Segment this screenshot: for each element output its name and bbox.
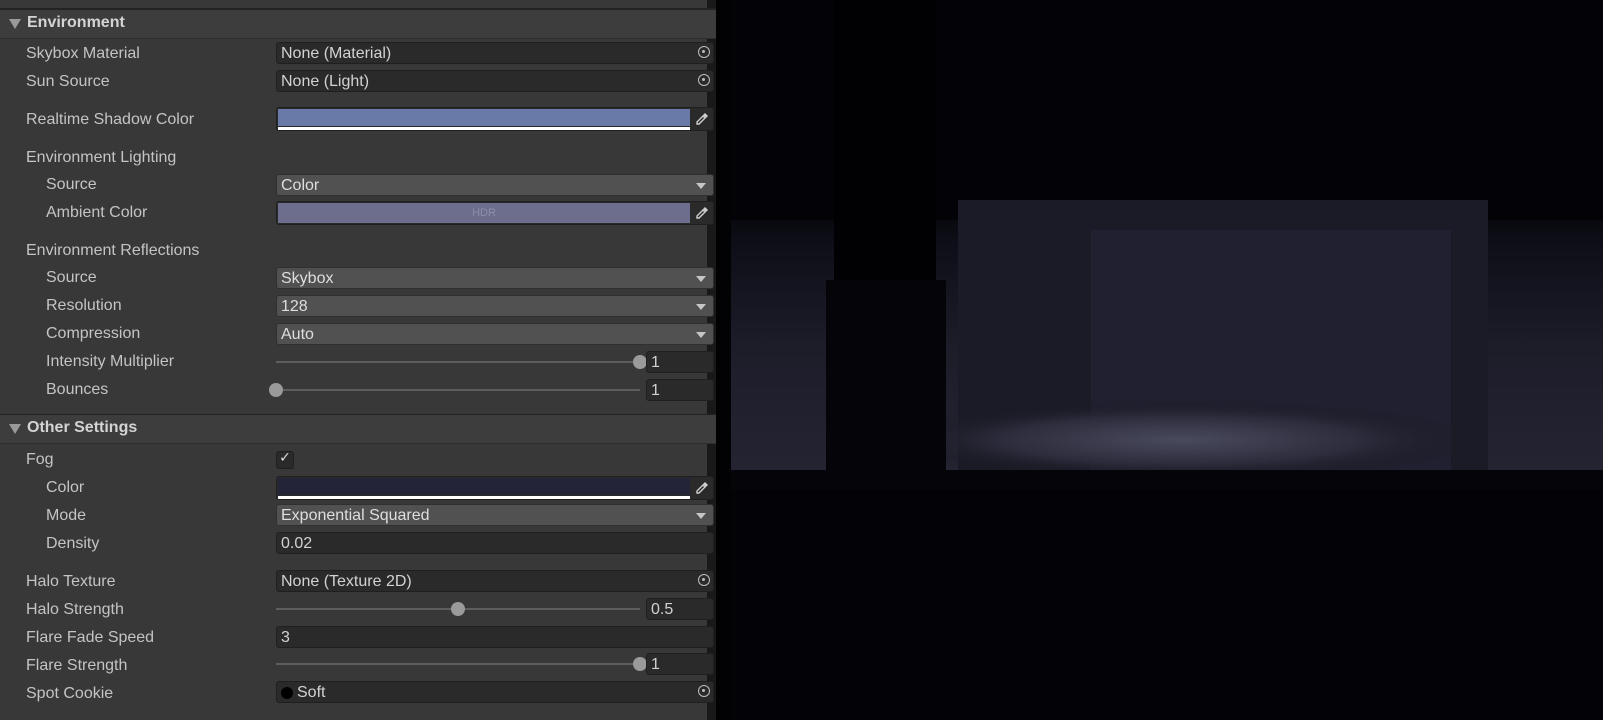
halo-strength-value: 0.5 xyxy=(651,601,674,618)
other-settings-section-header[interactable]: Other Settings xyxy=(0,414,716,444)
ambient-color-label: Ambient Color xyxy=(46,204,148,221)
bounces-slider[interactable] xyxy=(269,379,640,401)
bounces-value: 1 xyxy=(651,382,660,399)
eyedropper-icon[interactable] xyxy=(694,205,710,221)
triangle-down-icon[interactable] xyxy=(9,424,21,434)
skybox-material-value: None (Material) xyxy=(281,45,392,62)
spot-cookie-field[interactable]: Soft xyxy=(276,681,714,703)
halo-strength-input[interactable]: 0.5 xyxy=(646,598,714,620)
shadow-color-field[interactable] xyxy=(276,107,714,131)
halo-texture-value: None (Texture 2D) xyxy=(281,573,412,590)
intensity-multiplier-value: 1 xyxy=(651,354,660,371)
intensity-multiplier-input[interactable]: 1 xyxy=(646,351,714,373)
chevron-down-icon xyxy=(696,304,706,310)
hdr-badge: HDR xyxy=(472,207,496,219)
object-picker-icon[interactable] xyxy=(698,74,710,86)
intensity-multiplier-label: Intensity Multiplier xyxy=(46,353,175,370)
chevron-down-icon xyxy=(696,332,706,338)
slider-track[interactable] xyxy=(276,389,640,391)
slider-thumb[interactable] xyxy=(633,355,647,369)
halo-texture-field[interactable]: None (Texture 2D) xyxy=(276,570,714,592)
triangle-down-icon[interactable] xyxy=(9,19,21,29)
sun-source-label: Sun Source xyxy=(26,73,110,90)
eyedropper-icon[interactable] xyxy=(694,480,710,496)
spot-cookie-label: Spot Cookie xyxy=(26,685,114,702)
fog-color-label: Color xyxy=(46,479,85,496)
environment-lighting-header: Environment Lighting xyxy=(26,149,177,166)
fog-density-input[interactable]: 0.02 xyxy=(276,532,714,554)
intensity-multiplier-slider[interactable] xyxy=(276,351,647,373)
lighting-source-value: Color xyxy=(281,177,320,194)
resolution-dropdown[interactable]: 128 xyxy=(276,295,714,317)
halo-strength-slider[interactable] xyxy=(276,598,640,620)
reflection-source-label: Source xyxy=(46,269,97,286)
resolution-value: 128 xyxy=(281,298,308,315)
chevron-down-icon xyxy=(696,183,706,189)
slider-track[interactable] xyxy=(276,663,640,665)
flare-strength-label: Flare Strength xyxy=(26,657,128,674)
color-swatch[interactable] xyxy=(278,478,690,495)
fog-mode-dropdown[interactable]: Exponential Squared xyxy=(276,504,714,526)
reflection-source-dropdown[interactable]: Skybox xyxy=(276,267,714,289)
slider-thumb[interactable] xyxy=(451,602,465,616)
fog-color-field[interactable] xyxy=(276,476,714,500)
section-title: Other Settings xyxy=(27,419,138,436)
chevron-down-icon xyxy=(696,513,706,519)
skybox-material-label: Skybox Material xyxy=(26,45,140,62)
texture-thumbnail xyxy=(281,687,293,699)
bounces-label: Bounces xyxy=(46,381,109,398)
flare-strength-value: 1 xyxy=(651,656,660,673)
skybox-material-field[interactable]: None (Material) xyxy=(276,42,714,64)
alpha-bar xyxy=(278,127,690,130)
object-picker-icon[interactable] xyxy=(698,46,710,58)
ambient-color-field[interactable]: HDR xyxy=(276,201,714,225)
compression-label: Compression xyxy=(46,325,141,342)
flare-strength-slider[interactable] xyxy=(276,653,647,675)
fog-label: Fog xyxy=(26,451,54,468)
scene-view[interactable] xyxy=(731,0,1603,720)
color-swatch[interactable] xyxy=(278,109,690,126)
object-picker-icon[interactable] xyxy=(698,574,710,586)
section-title: Environment xyxy=(27,14,125,31)
slider-thumb[interactable] xyxy=(633,657,647,671)
lighting-source-label: Source xyxy=(46,176,97,193)
fog-checkbox[interactable]: ✓ xyxy=(276,449,294,469)
spot-cookie-value: Soft xyxy=(297,684,326,701)
flare-fade-speed-value: 3 xyxy=(281,629,290,646)
lighting-inspector-panel: Environment Skybox Material None (Materi… xyxy=(0,0,716,720)
fog-mode-value: Exponential Squared xyxy=(281,507,430,524)
scene-render xyxy=(731,0,1603,720)
resolution-label: Resolution xyxy=(46,297,122,314)
bounces-input[interactable]: 1 xyxy=(646,379,714,401)
reflection-source-value: Skybox xyxy=(281,270,334,287)
shadow-color-label: Realtime Shadow Color xyxy=(26,111,195,128)
sun-source-field[interactable]: None (Light) xyxy=(276,70,714,92)
fog-density-value: 0.02 xyxy=(281,535,313,552)
checkmark-icon: ✓ xyxy=(279,449,291,465)
chevron-down-icon xyxy=(696,276,706,282)
floor-highlight xyxy=(881,400,1481,480)
environment-reflections-header: Environment Reflections xyxy=(26,242,200,259)
eyedropper-icon[interactable] xyxy=(694,111,710,127)
flare-fade-speed-label: Flare Fade Speed xyxy=(26,629,155,646)
compression-value: Auto xyxy=(281,326,314,343)
lighting-source-dropdown[interactable]: Color xyxy=(276,174,714,196)
halo-strength-label: Halo Strength xyxy=(26,601,124,618)
object-picker-icon[interactable] xyxy=(698,685,710,697)
fog-density-label: Density xyxy=(46,535,100,552)
slider-track[interactable] xyxy=(276,361,640,363)
compression-dropdown[interactable]: Auto xyxy=(276,323,714,345)
fog-mode-label: Mode xyxy=(46,507,87,524)
alpha-bar xyxy=(278,496,690,499)
slider-thumb[interactable] xyxy=(269,383,283,397)
flare-strength-input[interactable]: 1 xyxy=(646,653,714,675)
sun-source-value: None (Light) xyxy=(281,73,370,90)
environment-section-header[interactable]: Environment xyxy=(0,9,716,39)
pillar xyxy=(834,0,936,280)
halo-texture-label: Halo Texture xyxy=(26,573,116,590)
flare-fade-speed-input[interactable]: 3 xyxy=(276,626,714,648)
